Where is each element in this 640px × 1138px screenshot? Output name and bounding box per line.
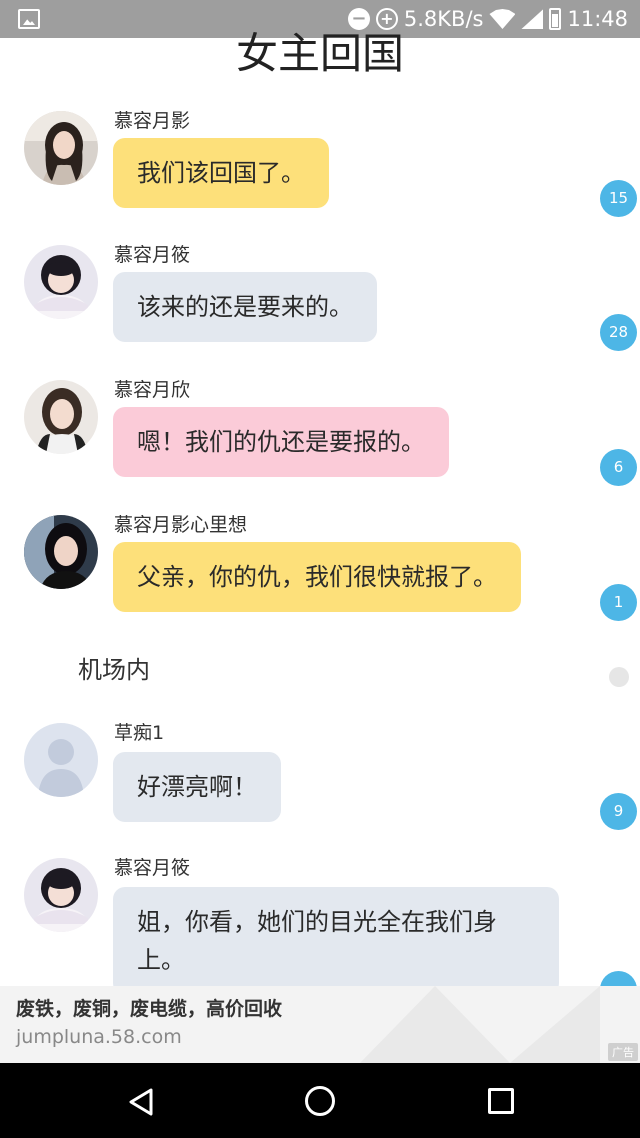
speaker-name: 慕容月筱 — [114, 244, 191, 266]
comment-count-badge[interactable]: 1 — [600, 584, 637, 621]
message-bubble[interactable]: 姐，你看，她们的目光全在我们身上。 — [113, 887, 559, 995]
default-avatar[interactable] — [24, 723, 98, 797]
recent-apps-icon[interactable] — [488, 1088, 514, 1114]
avatar-girl-2[interactable] — [24, 245, 98, 319]
speaker-name: 慕容月筱 — [114, 857, 191, 879]
message-bubble[interactable]: 嗯！我们的仇还是要报的。 — [113, 407, 449, 477]
ad-tag: 广告 — [608, 1043, 638, 1061]
avatar-girl-1[interactable] — [24, 111, 98, 185]
navigation-bar — [0, 1063, 640, 1138]
speaker-name: 草痴1 — [114, 722, 165, 744]
speaker-name: 慕容月欣 — [114, 379, 191, 401]
message-bubble[interactable]: 父亲，你的仇，我们很快就报了。 — [113, 542, 521, 612]
avatar-girl-4[interactable] — [24, 515, 98, 589]
comment-count-badge[interactable]: 15 — [600, 180, 637, 217]
narration-text: 机场内 — [78, 656, 150, 684]
ad-banner[interactable]: 废铁，废铜，废电缆，高价回收 jumpluna.58.com 广告 — [0, 986, 640, 1063]
message-bubble[interactable]: 我们该回国了。 — [113, 138, 329, 208]
ad-url[interactable]: jumpluna.58.com — [16, 1026, 182, 1048]
ad-decoration — [360, 986, 600, 1063]
speaker-name: 慕容月影 — [114, 110, 191, 132]
avatar-girl-3[interactable] — [24, 380, 98, 454]
back-icon[interactable] — [128, 1088, 154, 1116]
comment-count-badge[interactable]: 9 — [600, 793, 637, 830]
story-title: 女主回国 — [235, 29, 404, 78]
message-bubble[interactable]: 该来的还是要来的。 — [113, 272, 377, 342]
home-icon[interactable] — [305, 1086, 335, 1116]
comment-count-badge[interactable]: 28 — [600, 314, 637, 351]
message-bubble[interactable]: 好漂亮啊！ — [113, 752, 281, 822]
speaker-name: 慕容月影心里想 — [114, 514, 248, 536]
screen: − + 5.8KB/s 11:48 女主回国 慕容月影 我们该回国了。 15 慕… — [0, 0, 640, 1138]
ad-title[interactable]: 废铁，废铜，废电缆，高价回收 — [16, 994, 282, 1021]
comment-count-badge-empty[interactable] — [609, 667, 629, 687]
avatar-girl-2[interactable] — [24, 858, 98, 932]
comment-count-badge[interactable]: 6 — [600, 449, 637, 486]
